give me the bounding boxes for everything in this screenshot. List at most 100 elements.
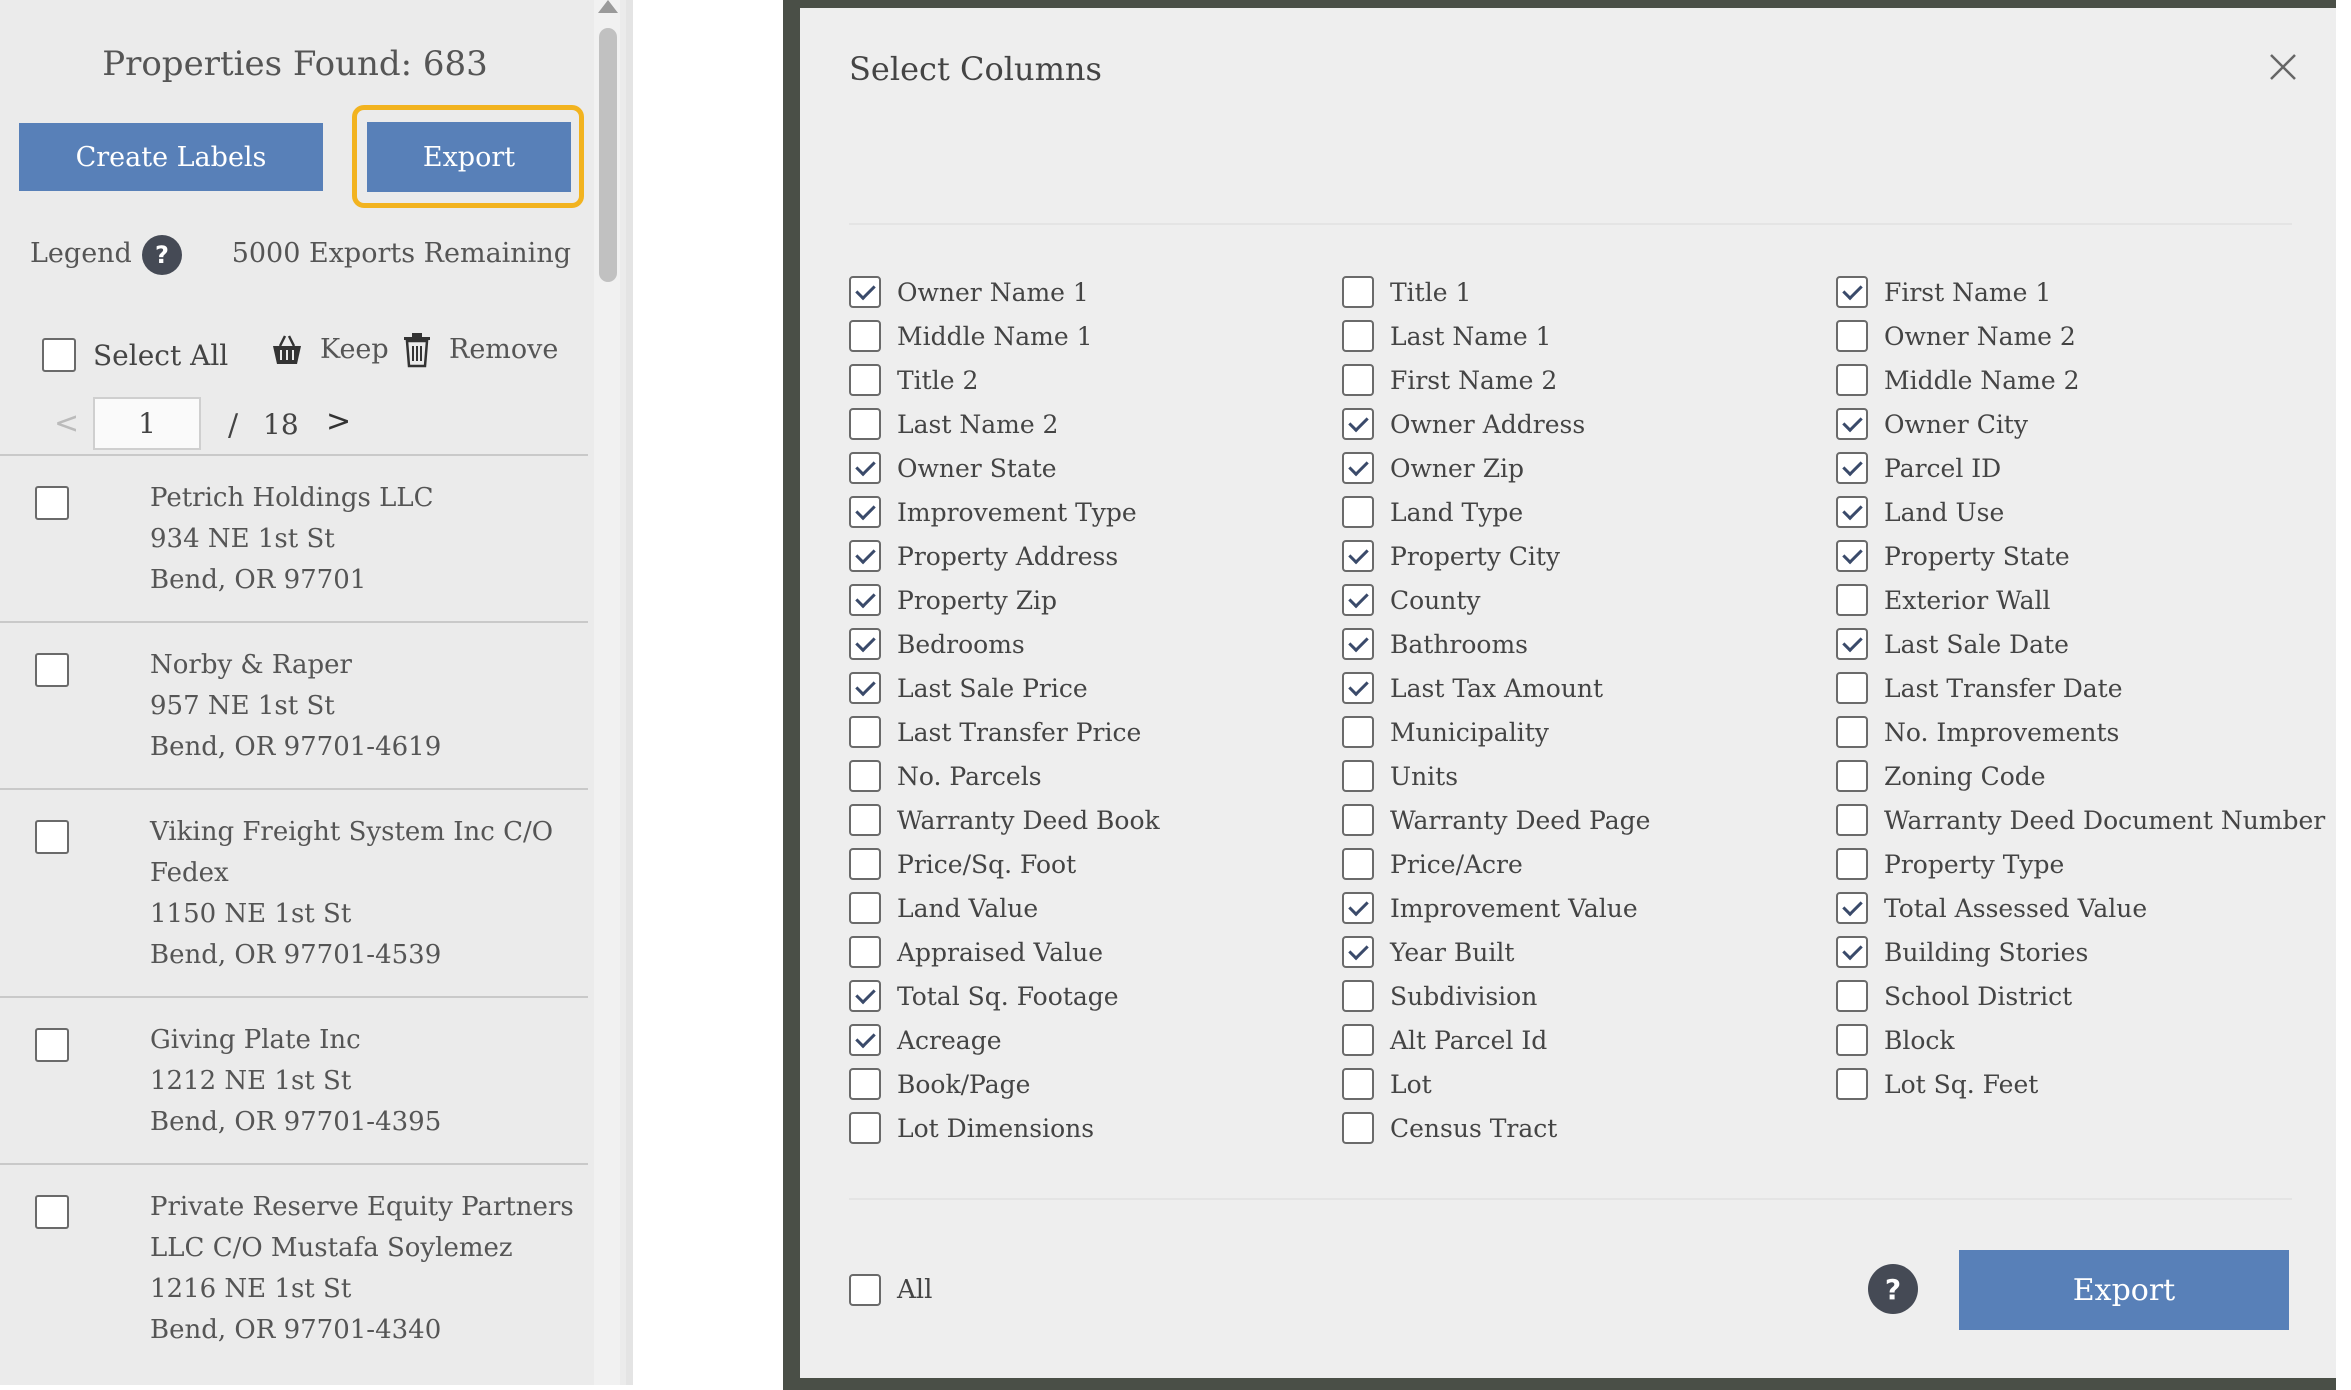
column-option-label[interactable]: Lot Sq. Feet [1884,1070,2038,1099]
column-option-label[interactable]: Lot [1390,1070,1432,1099]
column-option[interactable]: Zoning Code [1836,756,2046,796]
column-option-label[interactable]: Property Type [1884,850,2064,879]
column-option-label[interactable]: First Name 1 [1884,278,2051,307]
column-checkbox[interactable] [849,1112,881,1144]
column-checkbox[interactable] [1836,1024,1868,1056]
result-checkbox[interactable] [35,1028,69,1062]
column-checkbox-checked[interactable] [1836,452,1868,484]
column-option[interactable]: Owner Name 2 [1836,316,2076,356]
column-option[interactable]: Census Tract [1342,1108,1557,1148]
column-checkbox[interactable] [1342,364,1374,396]
result-row[interactable]: Norby & Raper 957 NE 1st St Bend, OR 97701… [0,621,588,788]
column-option[interactable]: Property State [1836,536,2070,576]
column-option[interactable]: Last Transfer Date [1836,668,2123,708]
column-option[interactable]: Title 1 [1342,272,1471,312]
column-option-label[interactable]: Parcel ID [1884,454,2001,483]
column-checkbox[interactable] [1836,760,1868,792]
column-option-label[interactable]: Warranty Deed Document Number [1884,806,2325,835]
column-option-label[interactable]: Land Use [1884,498,2004,527]
column-option-label[interactable]: Improvement Value [1390,894,1638,923]
help-icon[interactable]: ? [1868,1264,1918,1314]
column-checkbox-checked[interactable] [1836,496,1868,528]
column-checkbox[interactable] [849,892,881,924]
column-option-label[interactable]: No. Improvements [1884,718,2119,747]
column-option-label[interactable]: Title 1 [1390,278,1471,307]
column-option[interactable]: Price/Acre [1342,844,1523,884]
remove-label[interactable]: Remove [449,334,558,365]
column-option-label[interactable]: County [1390,586,1481,615]
column-checkbox[interactable] [1342,496,1374,528]
column-option[interactable]: Middle Name 2 [1836,360,2079,400]
column-option-label[interactable]: Exterior Wall [1884,586,2051,615]
column-checkbox-checked[interactable] [849,672,881,704]
scroll-up-arrow-icon[interactable] [598,0,618,13]
column-checkbox-checked[interactable] [1836,936,1868,968]
legend-help-icon[interactable]: ? [142,235,182,275]
column-option[interactable]: Property City [1342,536,1560,576]
result-checkbox[interactable] [35,1195,69,1229]
column-checkbox[interactable] [849,408,881,440]
column-checkbox[interactable] [1836,584,1868,616]
column-option[interactable]: Title 2 [849,360,978,400]
create-labels-button[interactable]: Create Labels [19,123,323,191]
column-checkbox[interactable] [1836,320,1868,352]
column-option[interactable]: Land Value [849,888,1038,928]
column-checkbox[interactable] [849,716,881,748]
column-option-label[interactable]: Block [1884,1026,1955,1055]
column-option-label[interactable]: Warranty Deed Page [1390,806,1650,835]
column-checkbox[interactable] [1836,672,1868,704]
modal-export-button[interactable]: Export [1959,1250,2289,1330]
column-option[interactable]: Block [1836,1020,1955,1060]
column-option[interactable]: Last Name 1 [1342,316,1551,356]
column-option-label[interactable]: Property Zip [897,586,1057,615]
column-checkbox[interactable] [1342,980,1374,1012]
column-option[interactable]: No. Improvements [1836,712,2119,752]
column-option-label[interactable]: Alt Parcel Id [1390,1026,1547,1055]
column-option[interactable]: No. Parcels [849,756,1042,796]
column-option[interactable]: Last Tax Amount [1342,668,1603,708]
column-checkbox-checked[interactable] [849,980,881,1012]
column-option[interactable]: Land Type [1342,492,1523,532]
result-row[interactable]: Private Reserve Equity Partners LLC C/O M… [0,1163,588,1371]
column-option-label[interactable]: Units [1390,762,1458,791]
column-checkbox-checked[interactable] [849,540,881,572]
column-checkbox[interactable] [1342,848,1374,880]
column-checkbox-checked[interactable] [1342,584,1374,616]
column-option[interactable]: First Name 2 [1342,360,1557,400]
column-option[interactable]: Last Transfer Price [849,712,1141,752]
scrollbar-thumb[interactable] [599,28,617,282]
column-checkbox[interactable] [1836,848,1868,880]
column-checkbox-checked[interactable] [1836,276,1868,308]
column-checkbox[interactable] [849,848,881,880]
column-checkbox-checked[interactable] [1836,628,1868,660]
keep-label[interactable]: Keep [320,334,389,365]
column-option[interactable]: Lot [1342,1064,1432,1104]
column-checkbox[interactable] [849,936,881,968]
column-option-label[interactable]: Last Tax Amount [1390,674,1603,703]
column-option[interactable]: Property Address [849,536,1118,576]
column-option[interactable]: Owner State [849,448,1057,488]
column-option[interactable]: Price/Sq. Foot [849,844,1076,884]
select-all-checkbox[interactable] [42,338,76,372]
result-checkbox[interactable] [35,820,69,854]
column-option-label[interactable]: Census Tract [1390,1114,1557,1143]
column-option[interactable]: Warranty Deed Page [1342,800,1650,840]
result-row[interactable]: Giving Plate Inc 1212 NE 1st St Bend, OR 9… [0,996,588,1163]
column-option-label[interactable]: Total Assessed Value [1884,894,2147,923]
column-option-label[interactable]: Last Transfer Date [1884,674,2123,703]
column-checkbox[interactable] [1836,804,1868,836]
trash-icon[interactable] [402,332,432,368]
column-option-label[interactable]: Warranty Deed Book [897,806,1160,835]
column-option-label[interactable]: Owner Name 1 [897,278,1089,307]
column-option-label[interactable]: Zoning Code [1884,762,2046,791]
column-option[interactable]: Alt Parcel Id [1342,1020,1547,1060]
column-checkbox-checked[interactable] [849,628,881,660]
column-option[interactable]: Owner City [1836,404,2028,444]
column-checkbox[interactable] [1342,1112,1374,1144]
column-option-label[interactable]: Property Address [897,542,1118,571]
column-option-label[interactable]: Owner Address [1390,410,1585,439]
column-option[interactable]: Bedrooms [849,624,1025,664]
select-all-label[interactable]: Select All [93,339,228,372]
column-checkbox[interactable] [849,804,881,836]
column-option-label[interactable]: Appraised Value [897,938,1103,967]
